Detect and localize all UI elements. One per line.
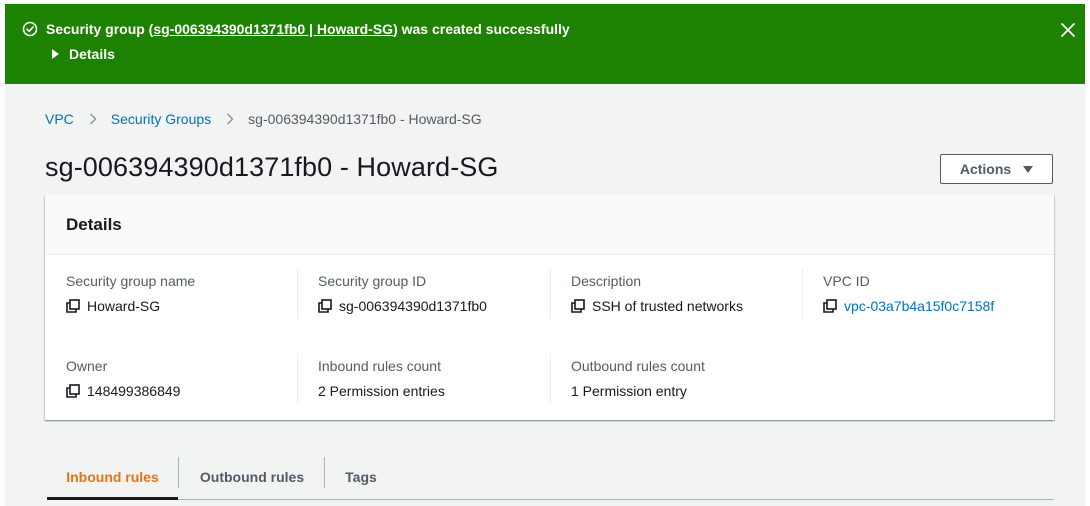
details-card-header: Details bbox=[45, 195, 1054, 255]
flash-details-label: Details bbox=[69, 46, 115, 62]
field-value: 148499386849 bbox=[66, 383, 306, 399]
actions-dropdown-button[interactable]: Actions bbox=[940, 154, 1053, 184]
outbound-rules-count-value: 1 Permission entry bbox=[571, 383, 687, 399]
field-description: Description SSH of trusted networks bbox=[571, 273, 811, 314]
caret-down-icon bbox=[1023, 165, 1034, 173]
field-outbound-rules-count: Outbound rules count 1 Permission entry bbox=[571, 358, 811, 399]
owner-value: 148499386849 bbox=[87, 383, 181, 399]
chevron-right-icon bbox=[227, 113, 234, 125]
actions-label: Actions bbox=[959, 161, 1012, 177]
flash-message: Security group (sg-006394390d1371fb0 | H… bbox=[46, 21, 570, 37]
breadcrumb-security-groups[interactable]: Security Groups bbox=[111, 111, 211, 127]
field-label: Security group ID bbox=[318, 273, 427, 289]
page: Security group (sg-006394390d1371fb0 | H… bbox=[5, 4, 1085, 506]
field-owner: Owner 148499386849 bbox=[66, 358, 306, 399]
field-label: Owner bbox=[66, 358, 108, 374]
field-vpc-id: VPC ID vpc-03a7b4a15f0c7158f bbox=[823, 273, 1063, 314]
copy-icon[interactable] bbox=[571, 299, 585, 313]
flash-message-prefix: Security group ( bbox=[46, 21, 154, 37]
details-card: Details Security group name Howard-SG Se… bbox=[45, 195, 1054, 420]
field-label: Outbound rules count bbox=[571, 358, 705, 374]
column-divider bbox=[550, 354, 551, 404]
breadcrumb-vpc[interactable]: VPC bbox=[45, 111, 74, 127]
copy-icon[interactable] bbox=[318, 299, 332, 313]
tab-outbound-rules[interactable]: Outbound rules bbox=[179, 454, 325, 499]
field-security-group-name: Security group name Howard-SG bbox=[66, 273, 306, 314]
flash-message-suffix: ) was created successfully bbox=[393, 21, 570, 37]
field-security-group-id: Security group ID sg-006394390d1371fb0 bbox=[318, 273, 558, 314]
column-divider bbox=[550, 269, 551, 319]
field-value: sg-006394390d1371fb0 bbox=[318, 298, 558, 314]
column-divider bbox=[802, 269, 803, 319]
check-circle-icon bbox=[22, 21, 38, 37]
details-title: Details bbox=[66, 215, 122, 234]
flash-security-group-link[interactable]: sg-006394390d1371fb0 | Howard-SG bbox=[153, 21, 393, 37]
description-value: SSH of trusted networks bbox=[592, 298, 743, 314]
field-inbound-rules-count: Inbound rules count 2 Permission entries bbox=[318, 358, 558, 399]
tab-bar: Inbound rules Outbound rules Tags bbox=[47, 454, 1054, 500]
security-group-id-value: sg-006394390d1371fb0 bbox=[339, 298, 487, 314]
inbound-rules-count-value: 2 Permission entries bbox=[318, 383, 445, 399]
tab-tags[interactable]: Tags bbox=[325, 454, 397, 499]
breadcrumb: VPC Security Groups sg-006394390d1371fb0… bbox=[45, 111, 482, 127]
field-label: Inbound rules count bbox=[318, 358, 441, 374]
field-value: SSH of trusted networks bbox=[571, 298, 811, 314]
field-label: VPC ID bbox=[823, 273, 870, 289]
vpc-id-link[interactable]: vpc-03a7b4a15f0c7158f bbox=[844, 298, 994, 314]
field-value: vpc-03a7b4a15f0c7158f bbox=[823, 298, 1063, 314]
field-value: 2 Permission entries bbox=[318, 383, 558, 399]
page-title: sg-006394390d1371fb0 - Howard-SG bbox=[45, 152, 499, 182]
field-value: 1 Permission entry bbox=[571, 383, 811, 399]
column-divider bbox=[297, 269, 298, 319]
close-icon[interactable] bbox=[1060, 22, 1076, 38]
breadcrumb-current: sg-006394390d1371fb0 - Howard-SG bbox=[248, 111, 482, 127]
copy-icon[interactable] bbox=[66, 299, 80, 313]
copy-icon[interactable] bbox=[66, 384, 80, 398]
tab-inbound-rules[interactable]: Inbound rules bbox=[47, 454, 178, 500]
flash-details-toggle[interactable]: Details bbox=[52, 46, 115, 62]
field-label: Security group name bbox=[66, 273, 196, 289]
column-divider bbox=[297, 354, 298, 404]
success-flash-banner: Security group (sg-006394390d1371fb0 | H… bbox=[5, 4, 1085, 84]
security-group-name-value: Howard-SG bbox=[87, 298, 161, 314]
copy-icon[interactable] bbox=[823, 299, 837, 313]
field-value: Howard-SG bbox=[66, 298, 306, 314]
chevron-right-icon bbox=[89, 113, 97, 125]
field-label: Description bbox=[571, 273, 642, 289]
caret-right-icon bbox=[52, 49, 59, 59]
